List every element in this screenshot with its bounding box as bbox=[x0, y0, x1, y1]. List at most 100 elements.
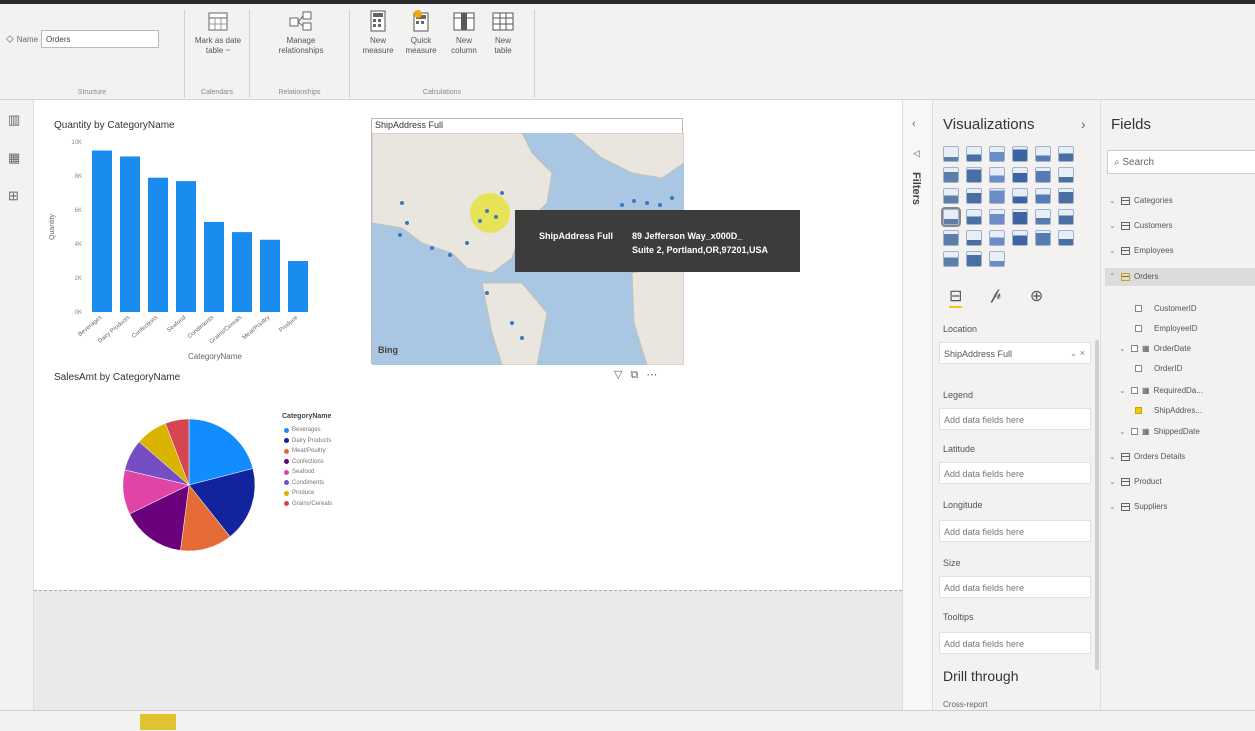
visual-type-icon[interactable] bbox=[1035, 209, 1051, 225]
visual-type-icon[interactable] bbox=[1012, 209, 1028, 225]
field-employeeid[interactable]: EmployeeID bbox=[1135, 324, 1198, 333]
visual-type-icon[interactable] bbox=[989, 188, 1005, 204]
visual-type-icon[interactable] bbox=[989, 146, 1005, 162]
latitude-well[interactable]: Add data fields here bbox=[939, 462, 1091, 484]
visual-type-icon[interactable] bbox=[1058, 167, 1074, 183]
checkbox-checked[interactable] bbox=[1135, 407, 1142, 414]
legend-item[interactable]: Confections bbox=[284, 457, 332, 468]
report-view-icon[interactable]: ▥ bbox=[8, 112, 20, 128]
longitude-well[interactable]: Add data fields here bbox=[939, 520, 1091, 542]
data-view-icon[interactable]: ▦ bbox=[8, 150, 20, 166]
visual-type-icon[interactable] bbox=[1012, 230, 1028, 246]
quick-measure-button[interactable]: Quick measure bbox=[400, 10, 442, 56]
location-well[interactable]: ShipAddress Full ⌄ × bbox=[939, 342, 1091, 364]
visual-type-icon[interactable] bbox=[943, 230, 959, 246]
model-view-icon[interactable]: ⊞ bbox=[8, 188, 19, 204]
visual-type-icon[interactable] bbox=[1012, 146, 1028, 162]
visual-type-icon[interactable] bbox=[1012, 188, 1028, 204]
bar-chart[interactable]: Quantity0K2K4K6K8K10KBeveragesDairy Prod… bbox=[48, 134, 368, 370]
field-customerid[interactable]: CustomerID bbox=[1135, 304, 1197, 313]
checkbox[interactable] bbox=[1131, 345, 1138, 352]
bar-grains-cereals[interactable] bbox=[232, 232, 252, 312]
visual-type-icon[interactable] bbox=[943, 188, 959, 204]
manage-relationships-button[interactable]: Manage relationships bbox=[268, 10, 334, 56]
visual-type-icon[interactable] bbox=[1012, 167, 1028, 183]
visual-type-icon[interactable] bbox=[966, 209, 982, 225]
bar-beverages[interactable] bbox=[92, 150, 112, 313]
field-shippeddate[interactable]: ⌄ ▦ ShippedDate bbox=[1119, 427, 1200, 436]
visual-type-icon[interactable] bbox=[1058, 188, 1074, 204]
legend-item[interactable]: Grains/Cereals bbox=[284, 499, 332, 510]
filter-icon[interactable]: ▽ bbox=[614, 369, 630, 381]
mark-as-date-table-button[interactable]: Mark as date table ~ bbox=[193, 10, 243, 56]
table-orders[interactable]: ⌃ Orders bbox=[1109, 272, 1158, 281]
field-shipaddress[interactable]: ShipAddres... bbox=[1135, 406, 1202, 415]
size-well[interactable]: Add data fields here bbox=[939, 576, 1091, 598]
checkbox[interactable] bbox=[1135, 365, 1142, 372]
legend-item[interactable]: Condiments bbox=[284, 478, 332, 489]
legend-item[interactable]: Seafood bbox=[284, 467, 332, 478]
visual-type-icon[interactable] bbox=[943, 251, 959, 267]
visual-type-icon[interactable] bbox=[1058, 230, 1074, 246]
visual-type-icon[interactable] bbox=[1058, 209, 1074, 225]
table-customers[interactable]: ⌄ Customers bbox=[1109, 221, 1173, 230]
visual-type-icon[interactable] bbox=[966, 188, 982, 204]
legend-item[interactable]: Produce bbox=[284, 488, 332, 499]
legend-well[interactable]: Add data fields here bbox=[939, 408, 1091, 430]
bar-seafood[interactable] bbox=[176, 181, 196, 312]
visual-type-icon[interactable] bbox=[989, 167, 1005, 183]
legend-item[interactable]: Beverages bbox=[284, 425, 332, 436]
bar-confections[interactable] bbox=[148, 177, 168, 312]
visual-type-icon[interactable] bbox=[989, 230, 1005, 246]
field-requireddate[interactable]: ⌄ ▦ RequiredDa... bbox=[1119, 386, 1203, 395]
checkbox[interactable] bbox=[1131, 428, 1138, 435]
bar-dairy-products[interactable] bbox=[120, 156, 140, 312]
table-categories[interactable]: ⌄ Categories bbox=[1109, 196, 1173, 205]
format-paint-icon[interactable]: 𝓅 bbox=[990, 286, 1001, 308]
focus-mode-icon[interactable]: ⧉ bbox=[630, 369, 646, 381]
visual-type-icon[interactable] bbox=[943, 167, 959, 183]
visual-type-icon[interactable] bbox=[966, 251, 982, 267]
new-column-button[interactable]: New column bbox=[444, 10, 484, 56]
add-page-tab[interactable] bbox=[140, 714, 176, 730]
legend-item[interactable]: Meat/Poultry bbox=[284, 446, 332, 457]
field-orderdate[interactable]: ⌄ ▦ OrderDate bbox=[1119, 344, 1191, 353]
checkbox[interactable] bbox=[1135, 305, 1142, 312]
table-employees[interactable]: ⌄ Employees bbox=[1109, 246, 1174, 255]
visual-type-icon[interactable] bbox=[966, 167, 982, 183]
visual-type-icon[interactable] bbox=[1035, 188, 1051, 204]
visual-type-icon[interactable] bbox=[1058, 146, 1074, 162]
table-orders-details[interactable]: ⌄ Orders Details bbox=[1109, 452, 1185, 461]
bar-produce[interactable] bbox=[288, 261, 308, 312]
visual-type-icon[interactable] bbox=[1035, 230, 1051, 246]
more-options-icon[interactable]: ⋯ bbox=[646, 369, 665, 381]
visual-type-icon[interactable] bbox=[941, 207, 961, 227]
visual-type-icon[interactable] bbox=[943, 146, 959, 162]
analytics-icon[interactable]: ⊕ bbox=[1030, 286, 1043, 308]
new-measure-button[interactable]: New measure bbox=[358, 10, 398, 56]
filters-strip[interactable]: ‹ ◁ Filters bbox=[902, 100, 932, 710]
fields-tab-icon[interactable]: ⊟ bbox=[949, 286, 963, 308]
chevron-left-icon[interactable]: ‹ bbox=[912, 118, 916, 130]
visual-type-icon[interactable] bbox=[1035, 146, 1051, 162]
pane-scrollbar[interactable] bbox=[1095, 340, 1099, 670]
fields-search-input[interactable]: ⌕ Search bbox=[1107, 150, 1255, 174]
visual-type-icon[interactable] bbox=[1035, 167, 1051, 183]
bar-condiments[interactable] bbox=[204, 221, 224, 312]
legend-item[interactable]: Dairy Products bbox=[284, 436, 332, 447]
new-table-button[interactable]: New table bbox=[486, 10, 520, 56]
visual-type-icon[interactable] bbox=[966, 230, 982, 246]
table-product[interactable]: ⌄ Product bbox=[1109, 477, 1162, 486]
remove-field-icon[interactable]: ⌄ × bbox=[1070, 348, 1085, 359]
checkbox[interactable] bbox=[1131, 387, 1138, 394]
field-orderid[interactable]: OrderID bbox=[1135, 364, 1182, 373]
tooltips-well[interactable]: Add data fields here bbox=[939, 632, 1091, 654]
checkbox[interactable] bbox=[1135, 325, 1142, 332]
chevron-right-icon[interactable]: › bbox=[1081, 116, 1086, 132]
visual-type-icon[interactable] bbox=[966, 146, 982, 162]
visual-type-icon[interactable] bbox=[989, 209, 1005, 225]
visual-type-icon[interactable] bbox=[989, 251, 1005, 267]
bar-meat-poultry[interactable] bbox=[260, 239, 280, 312]
table-name-input[interactable] bbox=[41, 30, 160, 48]
pie-chart[interactable] bbox=[74, 390, 294, 585]
